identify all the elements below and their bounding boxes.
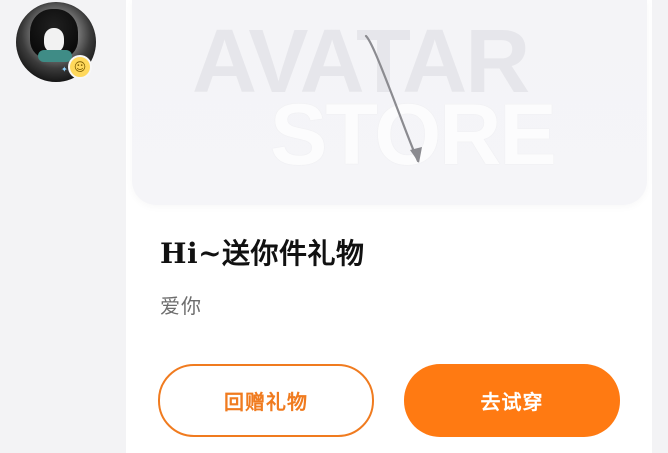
avatar-scarf bbox=[38, 50, 72, 62]
try-on-button[interactable]: 去试穿 bbox=[404, 364, 620, 437]
gift-message: 爱你 bbox=[160, 294, 202, 318]
avatar-face bbox=[44, 28, 64, 52]
curved-arrow-icon bbox=[364, 34, 422, 163]
smiley-badge-icon: ☺ bbox=[68, 55, 92, 79]
return-gift-button[interactable]: 回赠礼物 bbox=[158, 364, 374, 437]
avatar-store-banner: AVATAR STORE bbox=[132, 0, 647, 205]
gift-title: Hi~送你件礼物 bbox=[160, 237, 365, 270]
